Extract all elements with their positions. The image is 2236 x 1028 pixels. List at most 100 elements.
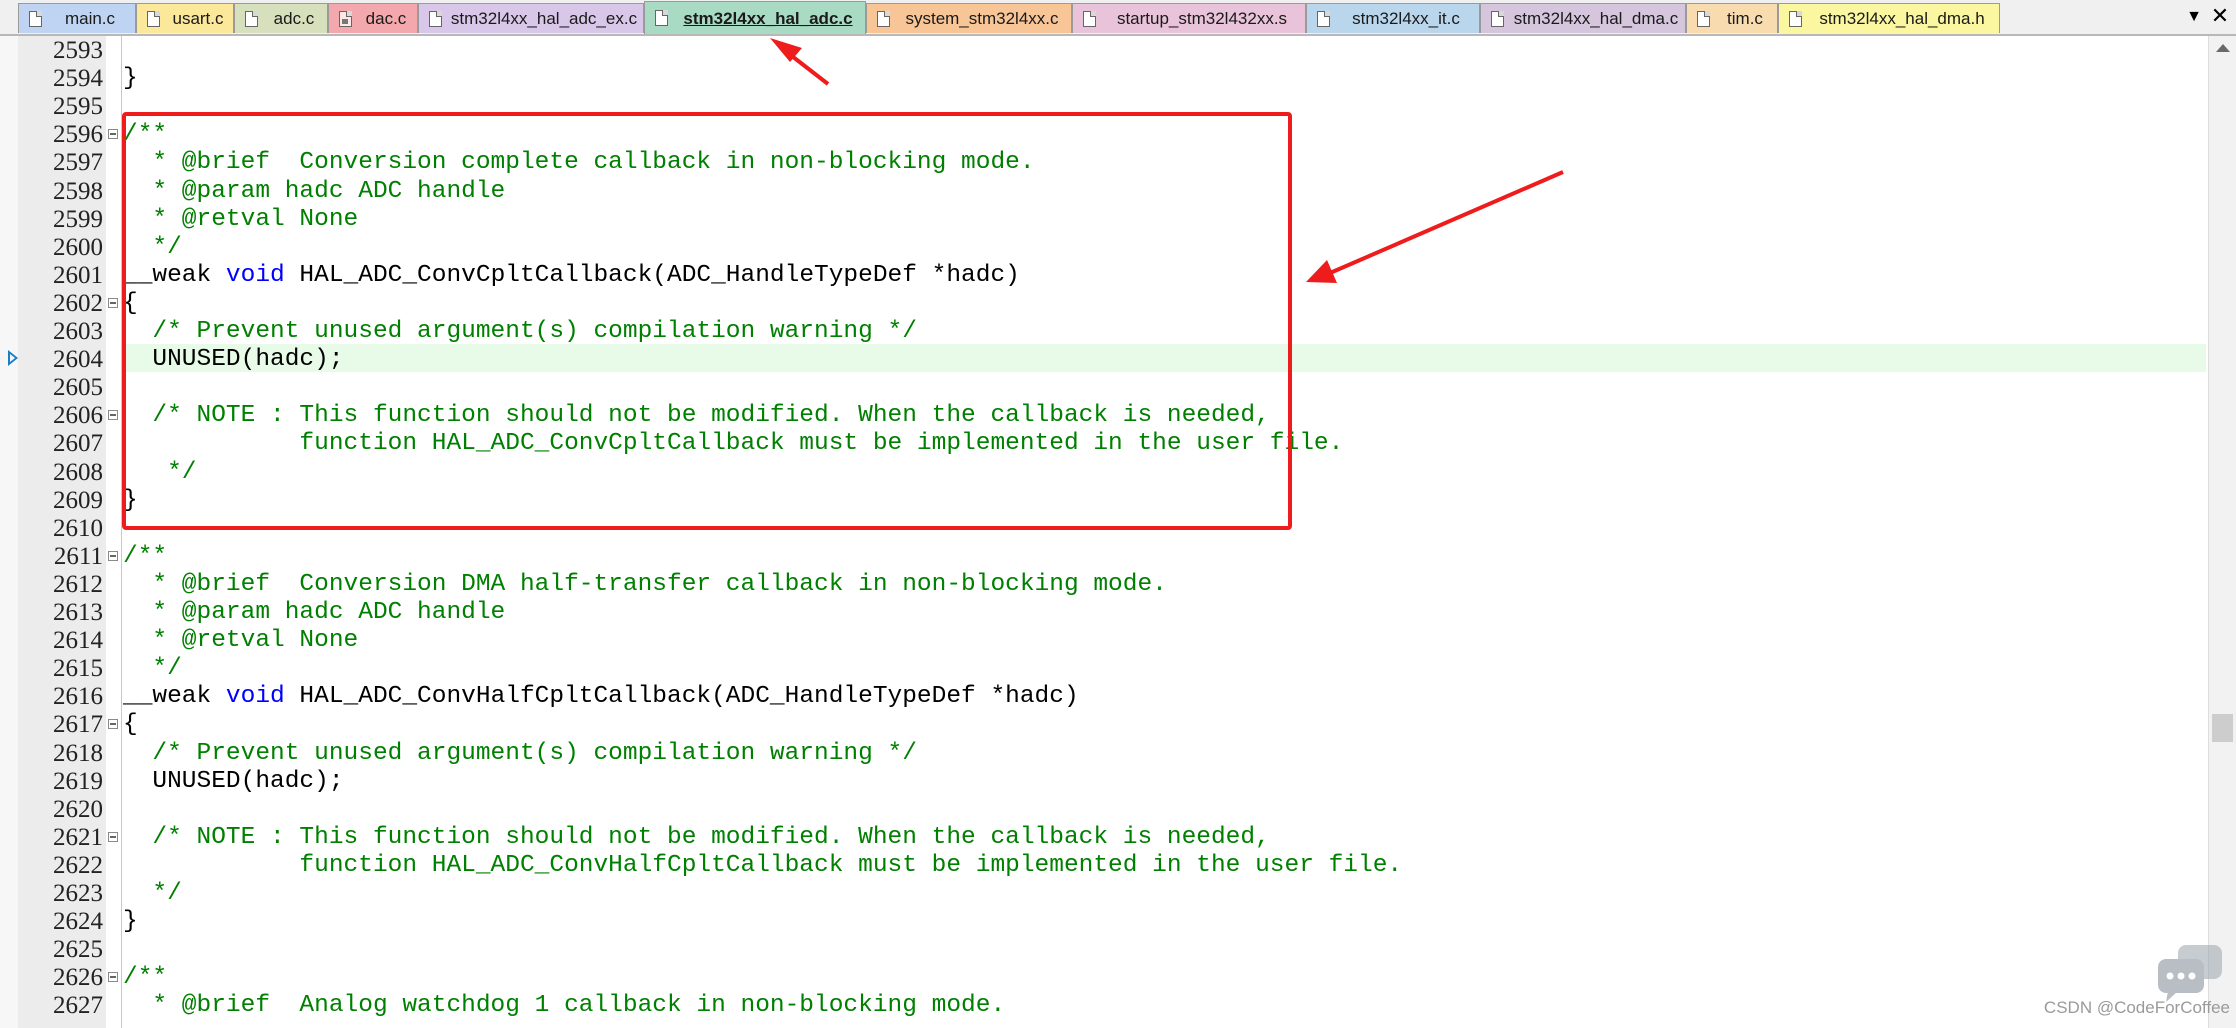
code-line[interactable]: 2598 * @param hadc ADC handle: [0, 178, 2208, 206]
comment-token: * @brief Conversion DMA half-transfer ca…: [123, 570, 1167, 598]
watermark-text: CSDN @CodeForCoffee: [2043, 998, 2230, 1017]
line-number: 2600: [53, 233, 103, 261]
line-number: 2612: [53, 570, 103, 598]
comment-token: function HAL_ADC_ConvHalfCpltCallback mu…: [123, 851, 1403, 879]
code-line[interactable]: 2626 /**: [0, 964, 2208, 992]
line-number: 2617: [53, 711, 103, 739]
code-line[interactable]: 2612 * @brief Conversion DMA half-transf…: [0, 571, 2208, 599]
code-line[interactable]: 2613 * @param hadc ADC handle: [0, 599, 2208, 627]
tab-main-c[interactable]: main.c: [18, 3, 136, 33]
code-text: }: [123, 65, 138, 93]
code-line[interactable]: 2611 /**: [0, 543, 2208, 571]
code-line[interactable]: 2610: [0, 515, 2208, 543]
code-line[interactable]: 2597 * @brief Conversion complete callba…: [0, 149, 2208, 177]
code-line[interactable]: 2617 {: [0, 711, 2208, 739]
comment-token: * @retval None: [123, 205, 359, 233]
code-line[interactable]: 2615 */: [0, 655, 2208, 683]
code-text: */: [123, 459, 196, 487]
code-line[interactable]: 2606 /* NOTE : This function should not …: [0, 402, 2208, 430]
fold-toggle-icon[interactable]: [108, 972, 118, 983]
comment-token: /* NOTE : This function should not be mo…: [123, 402, 1270, 430]
code-line[interactable]: 2605: [0, 374, 2208, 402]
tab-startup-stm32l432xx-s[interactable]: startup_stm32l432xx.s: [1072, 3, 1306, 33]
code-text: * @param hadc ADC handle: [123, 599, 505, 627]
tab-stm32l4xx-it-c[interactable]: stm32l4xx_it.c: [1306, 3, 1480, 33]
code-token: }: [123, 486, 138, 514]
line-number: 2616: [53, 683, 103, 711]
code-line[interactable]: 2619 UNUSED(hadc);: [0, 768, 2208, 796]
tab-label: stm32l4xx_hal_adc_ex.c: [450, 9, 638, 28]
code-text: /**: [123, 543, 167, 571]
code-line[interactable]: 2621 /* NOTE : This function should not …: [0, 824, 2208, 852]
code-token: UNUSED(hadc);: [123, 346, 344, 374]
code-text: * @brief Conversion complete callback in…: [123, 149, 1034, 177]
fold-toggle-icon[interactable]: [108, 550, 118, 561]
fold-toggle-icon[interactable]: [108, 719, 118, 730]
tab-usart-c[interactable]: usart.c: [136, 3, 234, 33]
scrollbar-thumb[interactable]: [2212, 714, 2233, 742]
code-line[interactable]: 2625: [0, 936, 2208, 964]
code-line[interactable]: 2618 /* Prevent unused argument(s) compi…: [0, 740, 2208, 768]
tab-stm32l4xx-hal-dma-h[interactable]: stm32l4xx_hal_dma.h: [1778, 3, 2000, 33]
code-line[interactable]: 2623 */: [0, 880, 2208, 908]
line-number: 2624: [53, 908, 103, 936]
fold-toggle-icon[interactable]: [108, 297, 118, 308]
tab-dac-c[interactable]: dac.c: [328, 3, 418, 33]
tab-stm32l4xx-hal-adc-c[interactable]: stm32l4xx_hal_adc.c: [644, 1, 866, 34]
fold-toggle-icon[interactable]: [108, 831, 118, 842]
code-line[interactable]: 2624}: [0, 908, 2208, 936]
line-number: 2611: [53, 542, 103, 570]
code-line[interactable]: 2595: [0, 93, 2208, 121]
code-text: {: [123, 711, 138, 739]
code-line[interactable]: 2596 /**: [0, 121, 2208, 149]
code-line[interactable]: 2602 {: [0, 290, 2208, 318]
tab-tim-c[interactable]: tim.c: [1686, 3, 1778, 33]
code-line[interactable]: 2614 * @retval None: [0, 627, 2208, 655]
code-line[interactable]: 2609}: [0, 487, 2208, 515]
tab-adc-c[interactable]: adc.c: [234, 3, 328, 33]
code-line[interactable]: 2607 function HAL_ADC_ConvCpltCallback m…: [0, 430, 2208, 458]
code-token: __weak: [123, 683, 226, 711]
code-text: function HAL_ADC_ConvHalfCpltCallback mu…: [123, 852, 1402, 880]
code-line[interactable]: 2627 * @brief Analog watchdog 1 callback…: [0, 992, 2208, 1020]
vertical-scrollbar[interactable]: [2208, 36, 2236, 1028]
code-editor[interactable]: 2593 2594} 2595 2596/** 2597 * @brief Conv…: [0, 36, 2236, 1028]
chat-bubble-icon: [2158, 945, 2222, 1002]
code-line[interactable]: 2608 */: [0, 459, 2208, 487]
tab-stm32l4xx-hal-dma-c[interactable]: stm32l4xx_hal_dma.c: [1480, 3, 1686, 33]
code-line[interactable]: 2601 __weak void HAL_ADC_ConvCpltCallback…: [0, 262, 2208, 290]
tab-label: stm32l4xx_hal_dma.h: [1819, 9, 1985, 28]
comment-token: */: [123, 655, 182, 683]
code-lines: 2593 2594} 2595 2596/** 2597 * @brief Conv…: [0, 36, 2208, 1028]
scroll-up-arrow-icon[interactable]: [2216, 44, 2230, 52]
close-tab-icon[interactable]: ✕: [2208, 3, 2232, 29]
tab-list-dropdown-icon[interactable]: ▼: [2183, 5, 2205, 29]
code-line[interactable]: 2594}: [0, 65, 2208, 93]
code-line[interactable]: 2620: [0, 796, 2208, 824]
fold-toggle-icon[interactable]: [108, 129, 118, 140]
code-text: UNUSED(hadc);: [123, 768, 343, 796]
code-line[interactable]: 2604 UNUSED(hadc);: [0, 346, 2208, 374]
code-text: [123, 936, 138, 964]
code-line[interactable]: 2616 __weak void HAL_ADC_ConvHalfCpltCall…: [0, 683, 2208, 711]
line-number: 2622: [53, 851, 103, 879]
fold-toggle-icon[interactable]: [108, 410, 118, 421]
code-line[interactable]: 2593: [0, 37, 2208, 65]
code-text: * @brief Analog watchdog 1 callback in n…: [123, 992, 1005, 1020]
editor-tab-bar: main.c usart.c adc.c dac.c stm32l4xx_hal_adc…: [0, 0, 2236, 36]
line-number: 2626: [53, 964, 103, 992]
code-line[interactable]: 2600 */: [0, 234, 2208, 262]
tab-stm32l4xx-hal-adc-ex-c[interactable]: stm32l4xx_hal_adc_ex.c: [418, 3, 644, 33]
tab-system-stm32l4xx-c[interactable]: system_stm32l4xx.c: [866, 3, 1072, 33]
code-line[interactable]: 2622 function HAL_ADC_ConvHalfCpltCallba…: [0, 852, 2208, 880]
code-text: {: [123, 290, 138, 318]
tab-label: startup_stm32l432xx.s: [1116, 9, 1288, 28]
code-line[interactable]: 2599 * @retval None: [0, 206, 2208, 234]
comment-token: /**: [123, 964, 168, 992]
code-line[interactable]: 2603 /* Prevent unused argument(s) compi…: [0, 318, 2208, 346]
code-text: [123, 796, 138, 824]
tab-label: main.c: [64, 9, 116, 28]
comment-token: */: [123, 233, 182, 261]
